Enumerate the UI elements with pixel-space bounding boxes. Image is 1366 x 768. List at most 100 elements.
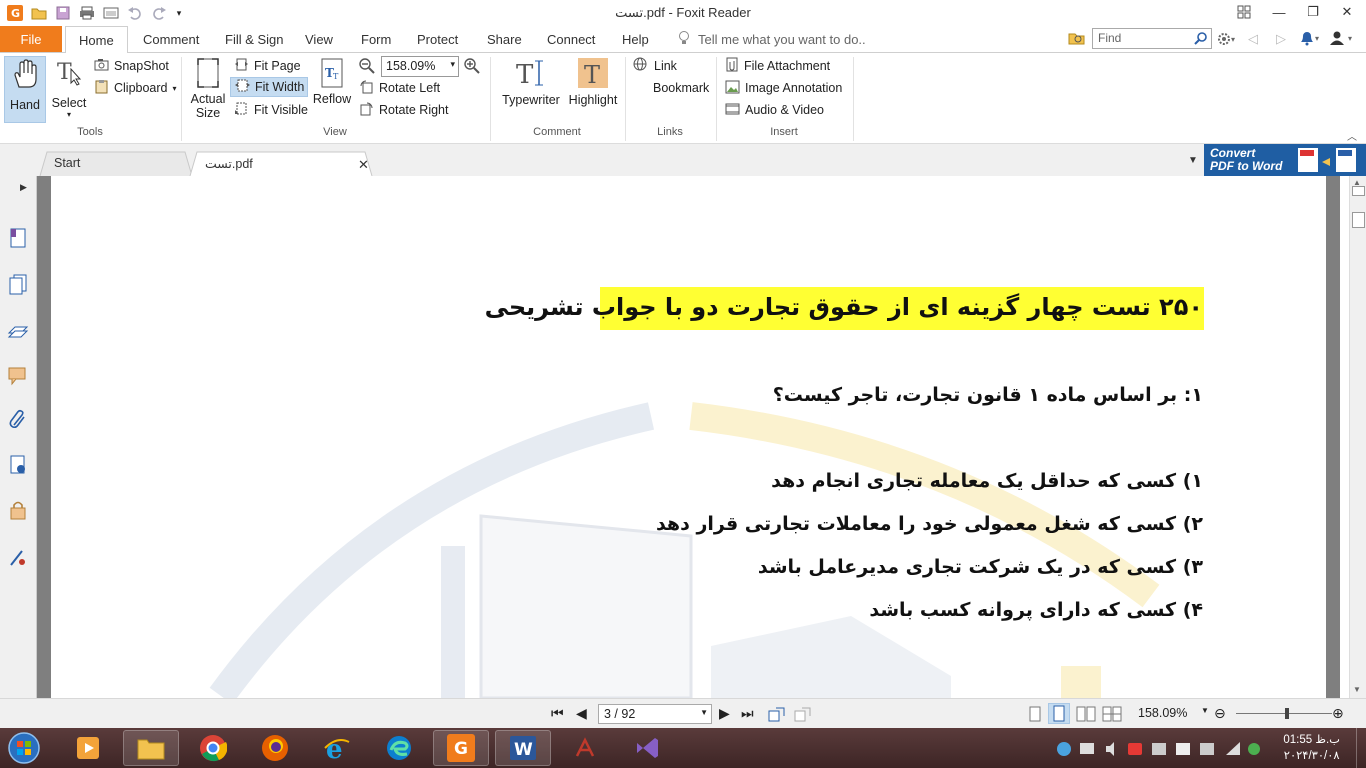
show-desktop-button[interactable] <box>1356 728 1366 768</box>
facing-view-icon[interactable] <box>1076 706 1096 725</box>
tab-protect[interactable]: Protect <box>417 26 458 52</box>
close-tab-icon[interactable]: ✕ <box>358 157 369 173</box>
rotate-right-label: Rotate Right <box>379 103 449 117</box>
tab-help[interactable]: Help <box>622 26 649 52</box>
word-icon[interactable]: W <box>495 730 551 766</box>
continuous-facing-view-icon[interactable] <box>1102 706 1122 725</box>
scroll-down-arrow-icon[interactable]: ▼ <box>1353 685 1361 694</box>
zoom-in-circle-icon[interactable]: ⊕ <box>1332 705 1344 722</box>
select-dropdown-icon[interactable]: ▾ <box>67 110 71 119</box>
image-annotation-button[interactable]: Image Annotation <box>725 78 842 98</box>
system-tray-icons[interactable] <box>1054 738 1274 763</box>
chrome-icon[interactable] <box>185 730 241 766</box>
tell-me-box[interactable]: Tell me what you want to do.. <box>678 26 866 52</box>
file-menu-tab[interactable]: File <box>0 26 62 52</box>
minimize-button[interactable]: — <box>1262 0 1296 24</box>
hand-tool-button[interactable]: Hand <box>4 56 46 123</box>
vertical-scrollbar[interactable]: ▲ ▼ <box>1349 176 1366 698</box>
tab-start[interactable]: Start <box>42 151 92 176</box>
tab-fill-sign[interactable]: Fill & Sign <box>225 26 284 52</box>
zoom-slider-track[interactable] <box>1236 713 1332 714</box>
page-dropdown-icon[interactable]: ▼ <box>700 708 708 717</box>
status-zoom-value[interactable]: 158.09% <box>1138 706 1187 720</box>
tab-share[interactable]: Share <box>487 26 522 52</box>
continuous-view-icon[interactable] <box>1048 703 1070 724</box>
settings-gear-icon[interactable]: ▾ <box>1216 31 1238 50</box>
edge-icon[interactable] <box>371 730 427 766</box>
tab-connect[interactable]: Connect <box>547 26 595 52</box>
zoom-select[interactable]: 158.09% ▾ <box>381 56 459 77</box>
status-zoom-dropdown-icon[interactable]: ▼ <box>1201 706 1209 715</box>
persian-app-icon[interactable] <box>557 730 613 766</box>
next-view-icon[interactable]: ▷ <box>1276 31 1286 47</box>
prev-view-icon[interactable]: ◁ <box>1248 31 1258 47</box>
highlight-button[interactable]: T Highlight <box>566 57 620 107</box>
expand-panel-icon[interactable]: ▶ <box>20 182 27 193</box>
document-viewport[interactable]: ۲۵۰ تست چهار گزینه ای از حقوق تجارت دو ب… <box>37 176 1340 698</box>
reflow-button[interactable]: TT Reflow <box>312 57 352 106</box>
audio-video-button[interactable]: Audio & Video <box>725 100 824 120</box>
foxit-reader-taskbar-icon[interactable]: G <box>433 730 489 766</box>
next-page-icon[interactable]: ▶ <box>719 705 730 722</box>
next-view-icon[interactable] <box>794 706 812 725</box>
file-attachment-button[interactable]: File Attachment <box>725 56 830 76</box>
fit-visible-button[interactable]: Fit Visible <box>234 100 308 120</box>
zoom-slider-thumb[interactable] <box>1285 708 1289 719</box>
media-player-icon[interactable] <box>60 730 116 766</box>
first-page-icon[interactable]: ⏮ <box>551 705 564 722</box>
tab-form[interactable]: Form <box>361 26 391 52</box>
rotate-right-button[interactable]: Rotate Right <box>359 100 448 120</box>
last-page-icon[interactable]: ⏭ <box>741 705 754 722</box>
taskbar-clock[interactable]: 01:55 ب.ظ ۲۰۲۴/۳۰/۰۸ <box>1283 732 1340 764</box>
signature-icon[interactable] <box>6 453 30 477</box>
fit-width-button[interactable]: Fit Width <box>230 77 308 97</box>
collapse-ribbon-icon[interactable]: ︿ <box>1347 128 1357 143</box>
scroll-split-handle[interactable] <box>1352 186 1365 196</box>
start-button-icon[interactable] <box>0 730 48 766</box>
clipboard-button[interactable]: Clipboard ▾ <box>94 78 177 98</box>
prev-page-icon[interactable]: ◀ <box>576 705 587 722</box>
previous-view-icon[interactable] <box>768 706 786 725</box>
tab-home[interactable]: Home <box>65 26 128 53</box>
zoom-dropdown-icon[interactable]: ▾ <box>450 59 455 70</box>
tab-comment[interactable]: Comment <box>143 26 199 52</box>
bookmark-button[interactable]: Bookmark <box>633 78 709 98</box>
tab-list-dropdown-icon[interactable]: ▼ <box>1188 155 1198 166</box>
page-thumbnail-icon[interactable] <box>6 226 30 250</box>
ribbon-display-icon[interactable] <box>1227 0 1261 24</box>
layers-icon[interactable] <box>6 318 30 342</box>
actual-size-button[interactable]: Actual Size <box>189 57 227 120</box>
tab-current-document[interactable]: تست.pdf <box>193 151 265 176</box>
search-icon[interactable] <box>1194 31 1208 48</box>
find-input[interactable]: Find <box>1092 28 1212 49</box>
restore-button[interactable]: ❐ <box>1296 0 1330 24</box>
link-button[interactable]: Link <box>633 56 677 76</box>
convert-pdf-to-word-banner[interactable]: Convert PDF to Word <box>1204 144 1366 176</box>
pages-icon[interactable] <box>6 272 30 296</box>
fit-page-button[interactable]: Fit Page <box>234 56 301 76</box>
scroll-thumb[interactable] <box>1352 212 1365 228</box>
rotate-left-button[interactable]: Rotate Left <box>359 78 440 98</box>
select-tool-button[interactable]: T Select ▾ <box>50 57 88 119</box>
visual-studio-icon[interactable] <box>619 730 675 766</box>
zoom-out-icon[interactable] <box>358 57 376 78</box>
zoom-out-circle-icon[interactable]: ⊖ <box>1214 705 1226 722</box>
zoom-in-icon[interactable] <box>463 57 481 78</box>
notification-bell-icon[interactable]: ▾ <box>1298 30 1322 49</box>
firefox-icon[interactable] <box>247 730 303 766</box>
close-button[interactable]: ✕ <box>1330 0 1364 24</box>
snapshot-button[interactable]: SnapShot <box>94 56 169 76</box>
typewriter-button[interactable]: T Typewriter <box>499 57 563 107</box>
certificate-icon[interactable] <box>6 546 30 570</box>
security-lock-icon[interactable] <box>6 498 30 522</box>
clipboard-dropdown-icon[interactable]: ▾ <box>173 84 177 93</box>
attachments-paperclip-icon[interactable] <box>6 408 30 432</box>
search-folder-icon[interactable] <box>1068 30 1086 49</box>
user-account-icon[interactable]: ▾ <box>1328 30 1360 49</box>
page-number-input[interactable]: 3 / 92 ▼ <box>598 704 712 724</box>
single-page-view-icon[interactable] <box>1028 706 1042 725</box>
tab-view[interactable]: View <box>305 26 333 52</box>
comments-icon[interactable] <box>6 364 30 388</box>
file-explorer-icon[interactable] <box>123 730 179 766</box>
internet-explorer-icon[interactable]: e <box>309 730 365 766</box>
